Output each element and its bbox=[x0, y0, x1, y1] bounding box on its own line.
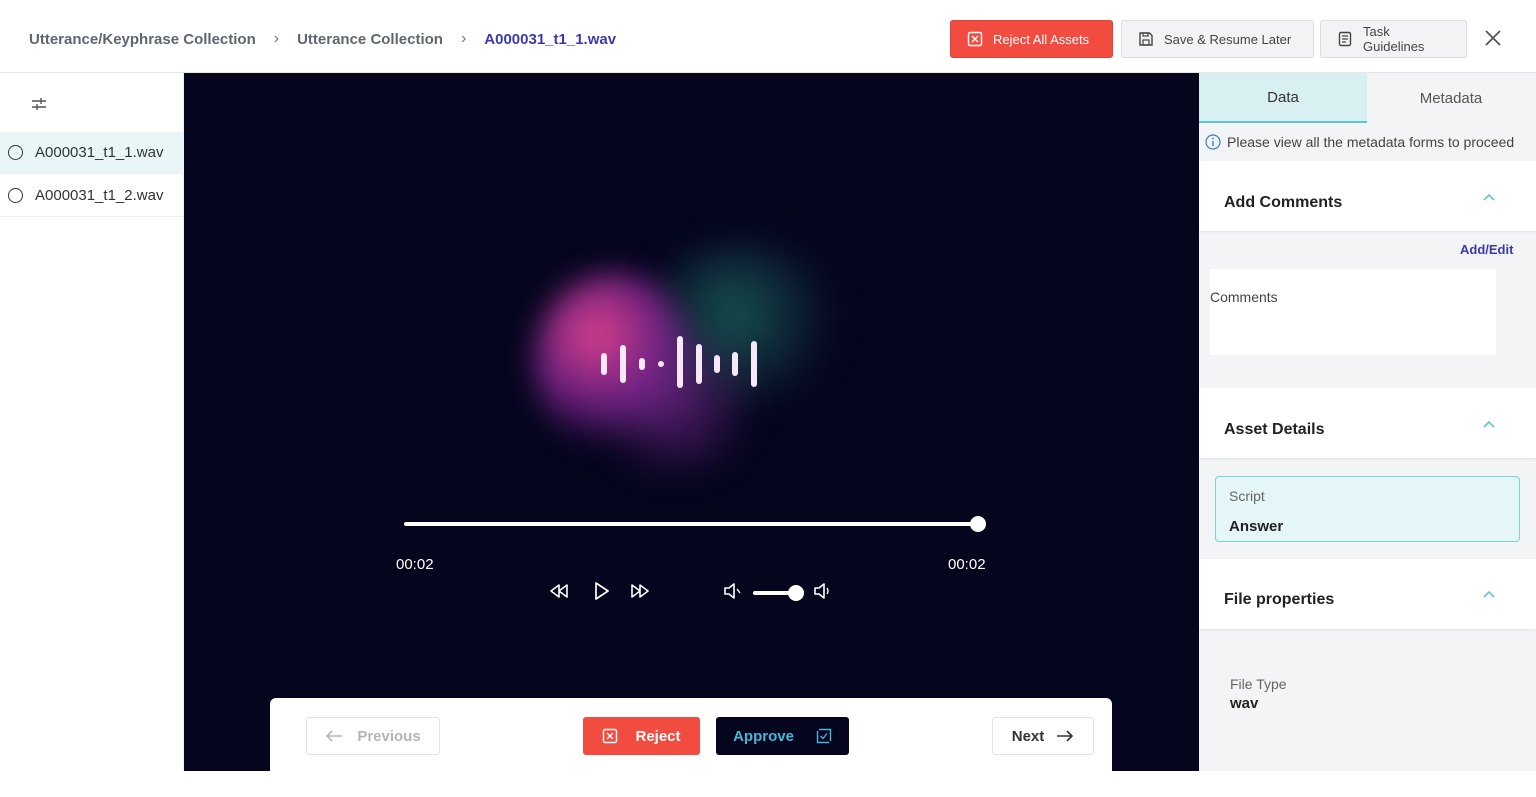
play-icon[interactable] bbox=[590, 581, 612, 601]
duration-time: 00:02 bbox=[948, 556, 986, 573]
add-comments-section[interactable]: Add Comments bbox=[1199, 161, 1536, 231]
save-resume-button[interactable]: Save & Resume Later bbox=[1121, 20, 1314, 58]
info-icon bbox=[1205, 134, 1221, 150]
breadcrumb-item-collection[interactable]: Utterance/Keyphrase Collection bbox=[29, 31, 256, 48]
chevron-up-icon[interactable] bbox=[1482, 589, 1496, 599]
notice-text: Please view all the metadata forms to pr… bbox=[1227, 134, 1515, 150]
approve-check-icon bbox=[816, 728, 832, 744]
section-title: Add Comments bbox=[1224, 194, 1343, 211]
save-icon bbox=[1139, 32, 1153, 46]
audio-player: 00:02 00:02 bbox=[184, 73, 1199, 771]
file-type-label: File Type bbox=[1230, 676, 1287, 692]
chevron-right-icon: › bbox=[273, 30, 280, 47]
file-list-sidebar: A000031_t1_1.wav A000031_t1_2.wav bbox=[0, 73, 184, 771]
file-name: A000031_t1_1.wav bbox=[35, 144, 164, 161]
next-label: Next bbox=[1011, 727, 1045, 745]
save-label: Save & Resume Later bbox=[1164, 31, 1292, 47]
file-properties-section[interactable]: File properties bbox=[1199, 559, 1536, 629]
close-square-icon bbox=[967, 31, 983, 47]
metadata-notice: Please view all the metadata forms to pr… bbox=[1205, 134, 1514, 150]
tab-metadata[interactable]: Metadata bbox=[1367, 73, 1535, 123]
script-label: Script bbox=[1229, 488, 1265, 504]
close-icon[interactable] bbox=[1483, 28, 1503, 48]
asset-details-section[interactable]: Asset Details bbox=[1199, 388, 1536, 458]
details-panel: Data Metadata Please view all the metada… bbox=[1199, 73, 1536, 771]
script-value: Answer bbox=[1229, 518, 1284, 535]
reject-button[interactable]: Reject bbox=[583, 717, 700, 755]
volume-handle[interactable] bbox=[788, 585, 804, 601]
chevron-up-icon[interactable] bbox=[1482, 192, 1496, 202]
progress-handle[interactable] bbox=[970, 516, 986, 532]
playback-progress-bar[interactable] bbox=[404, 522, 978, 526]
radio-button[interactable] bbox=[8, 145, 23, 160]
panel-tabs: Data Metadata bbox=[1199, 73, 1536, 123]
filter-sliders-icon[interactable] bbox=[30, 96, 48, 112]
chevron-up-icon[interactable] bbox=[1482, 419, 1496, 429]
volume-mute-icon[interactable] bbox=[722, 581, 744, 601]
breadcrumb: Utterance/Keyphrase Collection › Utteran… bbox=[29, 30, 616, 48]
arrow-right-icon bbox=[1057, 730, 1074, 742]
previous-label: Previous bbox=[357, 727, 421, 745]
breadcrumb-item-current: A000031_t1_1.wav bbox=[484, 30, 617, 48]
comments-field[interactable]: Comments bbox=[1210, 269, 1496, 355]
audio-waveform-icon bbox=[601, 336, 761, 392]
next-button[interactable]: Next bbox=[992, 717, 1094, 755]
current-time: 00:02 bbox=[396, 556, 434, 573]
reject-all-assets-button[interactable]: Reject All Assets bbox=[950, 20, 1113, 58]
tab-data[interactable]: Data bbox=[1199, 73, 1367, 123]
rewind-icon[interactable] bbox=[548, 581, 570, 601]
task-guidelines-button[interactable]: Task Guidelines bbox=[1320, 20, 1467, 58]
file-name: A000031_t1_2.wav bbox=[35, 187, 164, 204]
file-item-1[interactable]: A000031_t1_1.wav bbox=[0, 132, 184, 174]
section-title: Asset Details bbox=[1224, 421, 1325, 438]
approve-label: Approve bbox=[733, 727, 794, 745]
reject-label: Reject bbox=[635, 727, 681, 745]
document-icon bbox=[1338, 31, 1352, 47]
arrow-left-icon bbox=[326, 730, 343, 742]
radio-button[interactable] bbox=[8, 188, 23, 203]
previous-button[interactable]: Previous bbox=[306, 717, 440, 755]
chevron-right-icon: › bbox=[460, 30, 467, 47]
fast-forward-icon[interactable] bbox=[629, 581, 651, 601]
add-edit-link[interactable]: Add/Edit bbox=[1460, 242, 1513, 257]
section-title: File properties bbox=[1224, 591, 1335, 608]
top-header: Utterance/Keyphrase Collection › Utteran… bbox=[0, 0, 1536, 73]
script-field: Script Answer bbox=[1215, 476, 1520, 542]
file-item-2[interactable]: A000031_t1_2.wav bbox=[0, 175, 184, 217]
close-square-icon bbox=[603, 728, 618, 744]
review-action-bar: Previous Reject Approve Next bbox=[270, 698, 1222, 771]
guidelines-label: Task Guidelines bbox=[1363, 24, 1425, 54]
reject-all-label: Reject All Assets bbox=[993, 31, 1090, 47]
volume-up-icon[interactable] bbox=[812, 581, 834, 601]
breadcrumb-item-utterance[interactable]: Utterance Collection bbox=[297, 31, 443, 48]
file-type-value: wav bbox=[1230, 695, 1259, 712]
approve-button[interactable]: Approve bbox=[716, 717, 1222, 769]
